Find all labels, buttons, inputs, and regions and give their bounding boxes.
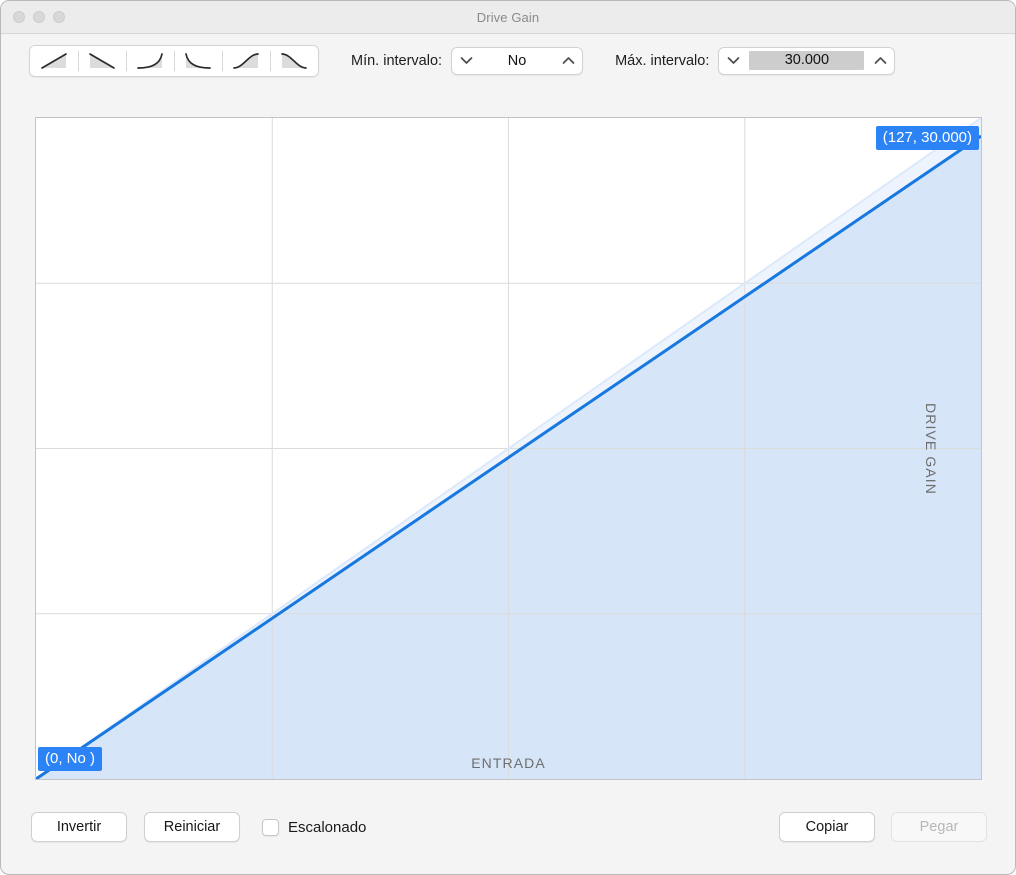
copy-button[interactable]: Copiar — [779, 812, 875, 842]
stepped-checkbox-row[interactable]: Escalonado — [262, 819, 366, 836]
graph-canvas[interactable] — [36, 118, 981, 779]
exponential-falling-curve-button[interactable] — [174, 46, 222, 76]
footer-right-group: Copiar Pegar — [779, 812, 987, 842]
linear-rising-curve-button[interactable] — [30, 46, 78, 76]
end-point-badge[interactable]: (127, 30.000) — [876, 126, 979, 150]
exponential-down-icon — [183, 52, 213, 70]
window-titlebar: Drive Gain — [1, 1, 1015, 34]
start-point-badge[interactable]: (0, No ) — [38, 747, 102, 771]
min-interval-decrement-icon[interactable] — [452, 56, 480, 65]
linear-up-icon — [39, 52, 69, 70]
s-curve-up-icon — [231, 52, 261, 70]
max-interval-value[interactable]: 30.000 — [749, 51, 864, 70]
reset-button[interactable]: Reiniciar — [144, 812, 240, 842]
stepped-checkbox[interactable] — [262, 819, 279, 836]
footer-left-group: Invertir Reiniciar Escalonado — [31, 812, 366, 842]
s-curve-down-icon — [279, 52, 309, 70]
curve-shape-segmented-control[interactable] — [29, 45, 319, 77]
max-interval-decrement-icon[interactable] — [719, 56, 747, 65]
max-interval-label: Máx. intervalo: — [615, 53, 709, 69]
window-title: Drive Gain — [1, 10, 1015, 25]
linear-falling-curve-button[interactable] — [78, 46, 126, 76]
linear-down-icon — [87, 52, 117, 70]
min-interval-increment-icon[interactable] — [554, 56, 582, 65]
zoom-button[interactable] — [53, 11, 65, 23]
drive-gain-window: Drive Gain — [0, 0, 1016, 875]
s-curve-rising-button[interactable] — [222, 46, 270, 76]
exponential-rising-curve-button[interactable] — [126, 46, 174, 76]
footer-bar: Invertir Reiniciar Escalonado Copiar Peg… — [1, 780, 1015, 874]
minimize-button[interactable] — [33, 11, 45, 23]
min-interval-stepper[interactable]: No — [451, 47, 583, 75]
drive-gain-graph[interactable]: ENTRADA DRIVE GAIN (127, 30.000) (0, No … — [35, 117, 982, 780]
s-curve-falling-button[interactable] — [270, 46, 318, 76]
stepped-checkbox-label: Escalonado — [288, 819, 366, 836]
toolbar: Mín. intervalo: No Máx. intervalo: 30.00… — [1, 34, 1015, 87]
max-interval-stepper[interactable]: 30.000 — [718, 47, 895, 75]
window-controls — [13, 11, 65, 23]
exponential-up-icon — [135, 52, 165, 70]
invert-button[interactable]: Invertir — [31, 812, 127, 842]
close-button[interactable] — [13, 11, 25, 23]
min-interval-label: Mín. intervalo: — [351, 53, 442, 69]
min-interval-value[interactable]: No — [480, 53, 554, 69]
paste-button: Pegar — [891, 812, 987, 842]
max-interval-increment-icon[interactable] — [866, 56, 894, 65]
